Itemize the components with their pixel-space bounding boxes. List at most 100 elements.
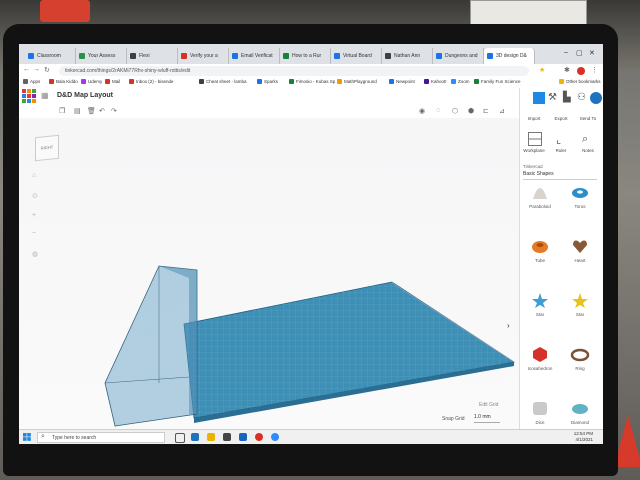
task-view-icon[interactable] (175, 433, 185, 443)
group-icon[interactable]: ⬡ (452, 107, 458, 115)
snap-grid-select[interactable]: 1.0 mm (474, 414, 500, 423)
tab-favicon-icon (130, 53, 136, 59)
file-explorer-icon[interactable] (207, 433, 215, 441)
shape-icosahedron[interactable]: Icosahedron (525, 345, 555, 371)
edge-icon[interactable] (191, 433, 199, 441)
view-icon[interactable]: ◉ (419, 107, 425, 115)
paraboloid-icon (533, 188, 547, 199)
redo-icon[interactable]: ↷ (111, 107, 117, 115)
browser-tab[interactable]: 3D design D& (484, 48, 535, 64)
zoom-app-icon[interactable] (271, 433, 279, 441)
share-icon[interactable]: ⚇ (577, 92, 589, 104)
clock-date: 4/1/2021 (575, 437, 593, 442)
shape-heart[interactable]: Heart (565, 237, 595, 263)
store-icon[interactable] (223, 433, 231, 441)
tube-icon (532, 241, 548, 253)
close-icon[interactable]: ✕ (589, 49, 595, 57)
browser-tab[interactable]: Dungeons and (433, 48, 484, 64)
shape-paraboloid[interactable]: Paraboloid (525, 183, 555, 209)
heart-icon (573, 240, 587, 253)
browser-tab[interactable]: Flexi (127, 48, 178, 64)
shape-star[interactable]: Star (525, 291, 555, 317)
browser-tab[interactable]: Verify your a (178, 48, 229, 64)
workplane-button[interactable]: Workplane (522, 148, 546, 153)
bookmark-item[interactable]: Inbox (2) - bisende (129, 79, 174, 85)
bookmark-item[interactable]: MathPlayground (337, 79, 377, 85)
shape-library-select[interactable]: Basic Shapes (523, 170, 597, 180)
bookmark-icon (81, 79, 86, 85)
undo-icon[interactable]: ↶ (99, 107, 105, 115)
bookmark-item[interactable]: Sparks (257, 79, 279, 85)
notes-button[interactable]: Notes (576, 148, 600, 153)
edit-grid-button[interactable]: Edit Grid (479, 402, 498, 408)
browser-tab[interactable]: Classroom (25, 48, 76, 64)
bookmark-item[interactable]: Bala Kiddo (49, 79, 78, 85)
design-list-icon[interactable]: ▦ (41, 91, 49, 100)
ruler-button[interactable]: Ruler (549, 148, 573, 153)
diamond-icon (572, 404, 588, 414)
taskbar-search-field[interactable]: Type here to search (37, 432, 165, 443)
light-icon[interactable]: ◌ (436, 107, 440, 114)
bookmark-item[interactable]: Apps (23, 79, 40, 85)
shape-ring[interactable]: Ring (565, 345, 595, 371)
send-to-button[interactable]: Send To (576, 116, 600, 121)
browser-tab[interactable]: Virtual Board (331, 48, 382, 64)
tab-label: How to a Rur (292, 53, 322, 59)
menu-icon[interactable]: ⋮ (591, 66, 598, 74)
browser-tab[interactable]: Nathan Ann (382, 48, 433, 64)
copy-icon[interactable]: ❐ (59, 107, 65, 115)
bookmark-item[interactable]: Family Fun Science (474, 79, 521, 85)
profile-avatar[interactable] (577, 67, 585, 75)
bookmark-item[interactable]: Zoom (451, 79, 470, 85)
shape-dice[interactable]: Dice (525, 399, 555, 425)
bookmark-item[interactable]: Kahoot! (424, 79, 447, 85)
bookmark-item[interactable]: Other bookmarks (559, 79, 601, 85)
design-title[interactable]: D&D Map Layout (57, 92, 113, 99)
tab-favicon-icon (283, 53, 289, 59)
shape-label: Heart (574, 258, 586, 263)
shape-diamond[interactable]: Diamond (565, 399, 595, 425)
mail-icon[interactable] (239, 433, 247, 441)
paste-icon[interactable]: ▤ (74, 107, 81, 115)
3d-design-icon[interactable] (533, 92, 545, 104)
bookmark-item[interactable]: Mail (105, 79, 120, 85)
bookmark-label: Bala Kiddo (56, 79, 78, 84)
url-field[interactable]: tinkercad.com/things/2rAKMi77Rhv-shiny-w… (59, 66, 529, 76)
delete-icon[interactable]: 🗑 (87, 107, 96, 115)
background-sign (40, 0, 90, 22)
extensions-icon[interactable]: ✱ (564, 66, 570, 74)
reload-icon[interactable]: ↻ (44, 66, 50, 74)
windows-start-icon[interactable] (23, 433, 31, 441)
bookmark-item[interactable]: Newpoint (389, 79, 415, 85)
bookmark-label: Inbox (2) - bisende (136, 79, 174, 84)
chrome-icon[interactable] (255, 433, 263, 441)
shape-star[interactable]: Star (565, 291, 595, 317)
bookmark-star-icon[interactable]: ★ (539, 66, 545, 74)
tinkercad-logo[interactable] (22, 89, 36, 103)
browser-tab[interactable]: Your Assess (76, 48, 127, 64)
ungroup-icon[interactable]: ⬢ (468, 107, 474, 115)
import-button[interactable]: Import (522, 116, 546, 121)
mirror-icon[interactable]: ⊿ (499, 107, 505, 115)
user-avatar[interactable] (590, 92, 602, 104)
shape-torus[interactable]: Torus (565, 183, 595, 209)
taskbar-clock[interactable]: 12:54 PM 4/1/2021 (574, 431, 593, 443)
bookmark-item[interactable]: Cheat sheet - lamba (199, 79, 247, 85)
blocks-icon[interactable]: ⚒ (548, 92, 560, 104)
panel-collapse-icon: › (507, 321, 510, 330)
forward-icon[interactable]: → (33, 66, 40, 73)
browser-tab[interactable]: How to a Rur (280, 48, 331, 64)
align-icon[interactable]: ⊏ (483, 107, 489, 115)
minimize-icon[interactable]: – (564, 49, 568, 56)
lessons-icon[interactable]: ▙ (563, 92, 575, 104)
tab-label: Flexi (139, 53, 150, 59)
back-icon[interactable]: ← (23, 66, 30, 73)
bookmark-item[interactable]: Fimosio - Kubas Sp (289, 79, 335, 85)
export-button[interactable]: Export (549, 116, 573, 121)
shape-tube[interactable]: Tube (525, 237, 555, 263)
browser-tab[interactable]: Email Verificat (229, 48, 280, 64)
bookmark-label: Sparks (264, 79, 279, 84)
bookmark-item[interactable]: Udemy (81, 79, 102, 85)
workplane-canvas[interactable]: RIGHT ⌂ ⊙ + − ◍ › Edit Grid Snap Grid 1.… (19, 118, 519, 429)
maximize-icon[interactable]: ▢ (576, 49, 583, 57)
